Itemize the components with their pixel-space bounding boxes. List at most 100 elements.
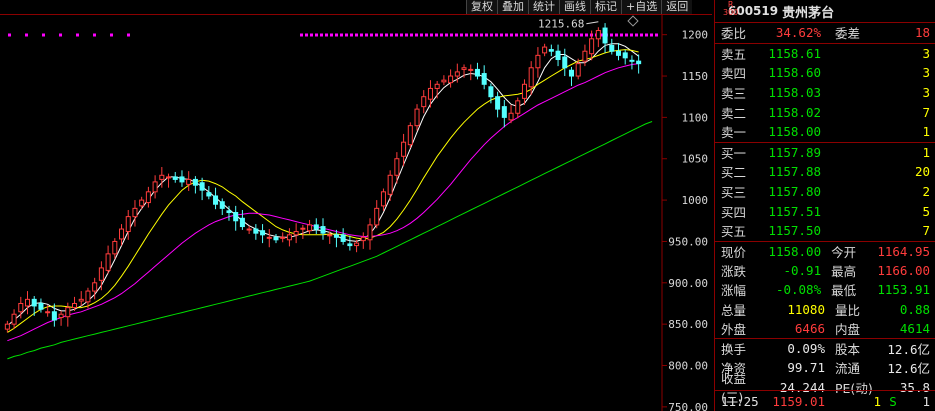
- candle-body[interactable]: [427, 87, 433, 100]
- book-row[interactable]: 买五 1157.50 7: [715, 221, 935, 241]
- candle-body[interactable]: [78, 298, 84, 302]
- candle-body[interactable]: [199, 182, 205, 191]
- candle-body[interactable]: [159, 174, 165, 180]
- candle-body[interactable]: [213, 195, 219, 205]
- candle-body[interactable]: [112, 240, 118, 255]
- candle-body[interactable]: [602, 27, 608, 44]
- candle-body[interactable]: [233, 212, 239, 222]
- book-row[interactable]: 卖三 1158.03 3: [715, 83, 935, 103]
- toolbar-button-1[interactable]: 叠加: [497, 0, 528, 14]
- candle-body[interactable]: [515, 100, 521, 114]
- candle-body[interactable]: [38, 302, 44, 310]
- candle-body[interactable]: [4, 323, 10, 330]
- candle-body[interactable]: [280, 236, 286, 239]
- book-row[interactable]: 买一 1157.89 1: [715, 143, 935, 163]
- candle-body[interactable]: [206, 192, 212, 197]
- candle-body[interactable]: [575, 63, 581, 77]
- candle-body[interactable]: [186, 178, 192, 185]
- candle-body[interactable]: [11, 313, 17, 325]
- candle-body[interactable]: [313, 224, 319, 230]
- candle-body[interactable]: [407, 125, 413, 146]
- candle-body[interactable]: [360, 236, 366, 242]
- candle-body[interactable]: [253, 228, 259, 234]
- candle-body[interactable]: [125, 216, 131, 233]
- candle-body[interactable]: [367, 224, 373, 241]
- candle-body[interactable]: [528, 67, 534, 88]
- candle-body[interactable]: [293, 231, 299, 236]
- candle-body[interactable]: [468, 68, 474, 71]
- candle-body[interactable]: [495, 96, 501, 110]
- candle-body[interactable]: [152, 181, 158, 193]
- candle-body[interactable]: [172, 176, 178, 180]
- candle-body[interactable]: [340, 234, 346, 242]
- candle-body[interactable]: [18, 302, 24, 313]
- candle-body[interactable]: [636, 60, 642, 65]
- candle-body[interactable]: [481, 73, 487, 85]
- toolbar-button-0[interactable]: 复权: [466, 0, 497, 14]
- candle-body[interactable]: [622, 52, 628, 59]
- candle-body[interactable]: [595, 30, 601, 40]
- candle-body[interactable]: [132, 207, 138, 218]
- candle-body[interactable]: [609, 44, 615, 52]
- toolbar-button-5[interactable]: +自选: [621, 0, 662, 14]
- candle-body[interactable]: [474, 68, 480, 77]
- candle-body[interactable]: [354, 242, 360, 247]
- candle-body[interactable]: [219, 201, 225, 209]
- candle-body[interactable]: [548, 49, 554, 52]
- candle-body[interactable]: [139, 199, 145, 207]
- candle-body[interactable]: [568, 69, 574, 77]
- candle-body[interactable]: [589, 38, 595, 55]
- candle-body[interactable]: [24, 298, 31, 307]
- candle-body[interactable]: [98, 267, 104, 281]
- candle-body[interactable]: [555, 50, 561, 60]
- toolbar-button-3[interactable]: 画线: [559, 0, 590, 14]
- toolbar-button-6[interactable]: 返回: [661, 0, 693, 14]
- candle-body[interactable]: [448, 75, 454, 84]
- candle-body[interactable]: [192, 178, 198, 186]
- candle-body[interactable]: [307, 224, 313, 232]
- book-row[interactable]: 买三 1157.80 2: [715, 182, 935, 202]
- kline-chart[interactable]: 1215.68 1200 1150 1100 1050 1000 950.00 900.00…: [0, 0, 712, 411]
- candle-body[interactable]: [51, 311, 57, 321]
- candle-body[interactable]: [65, 307, 71, 318]
- candle-body[interactable]: [31, 298, 37, 307]
- toolbar-button-4[interactable]: 标记: [590, 0, 621, 14]
- candle-body[interactable]: [58, 313, 64, 319]
- candle-body[interactable]: [333, 234, 339, 238]
- candle-body[interactable]: [260, 230, 266, 236]
- candle-body[interactable]: [320, 226, 326, 234]
- candle-body[interactable]: [119, 228, 125, 240]
- candle-body[interactable]: [273, 236, 279, 241]
- candle-body[interactable]: [85, 290, 91, 303]
- candle-body[interactable]: [629, 59, 635, 62]
- candle-body[interactable]: [374, 207, 380, 226]
- candle-body[interactable]: [105, 253, 111, 271]
- candle-body[interactable]: [461, 67, 467, 70]
- candle-body[interactable]: [266, 236, 272, 239]
- candle-body[interactable]: [166, 176, 172, 179]
- candle-body[interactable]: [300, 227, 306, 230]
- candle-body[interactable]: [414, 108, 420, 127]
- candle-body[interactable]: [45, 311, 51, 314]
- candle-body[interactable]: [441, 79, 447, 83]
- book-row[interactable]: 卖五 1158.61 3: [715, 44, 935, 64]
- candle-body[interactable]: [401, 141, 407, 157]
- candle-body[interactable]: [394, 158, 400, 176]
- book-row[interactable]: 买二 1157.88 20: [715, 162, 935, 182]
- book-row[interactable]: 买四 1157.51 5: [715, 201, 935, 221]
- candle-body[interactable]: [501, 106, 507, 118]
- candle-body[interactable]: [521, 83, 527, 99]
- candle-body[interactable]: [508, 112, 514, 121]
- candle-body[interactable]: [72, 302, 78, 309]
- candle-body[interactable]: [421, 96, 427, 108]
- candle-body[interactable]: [542, 46, 548, 54]
- candle-body[interactable]: [246, 228, 252, 231]
- candle-body[interactable]: [226, 210, 232, 214]
- candle-body[interactable]: [239, 217, 245, 228]
- toolbar-button-2[interactable]: 统计: [528, 0, 559, 14]
- candle-body[interactable]: [387, 174, 393, 195]
- candle-body[interactable]: [327, 234, 333, 237]
- candle-body[interactable]: [145, 191, 151, 204]
- candle-body[interactable]: [535, 54, 541, 69]
- candle-body[interactable]: [179, 176, 185, 183]
